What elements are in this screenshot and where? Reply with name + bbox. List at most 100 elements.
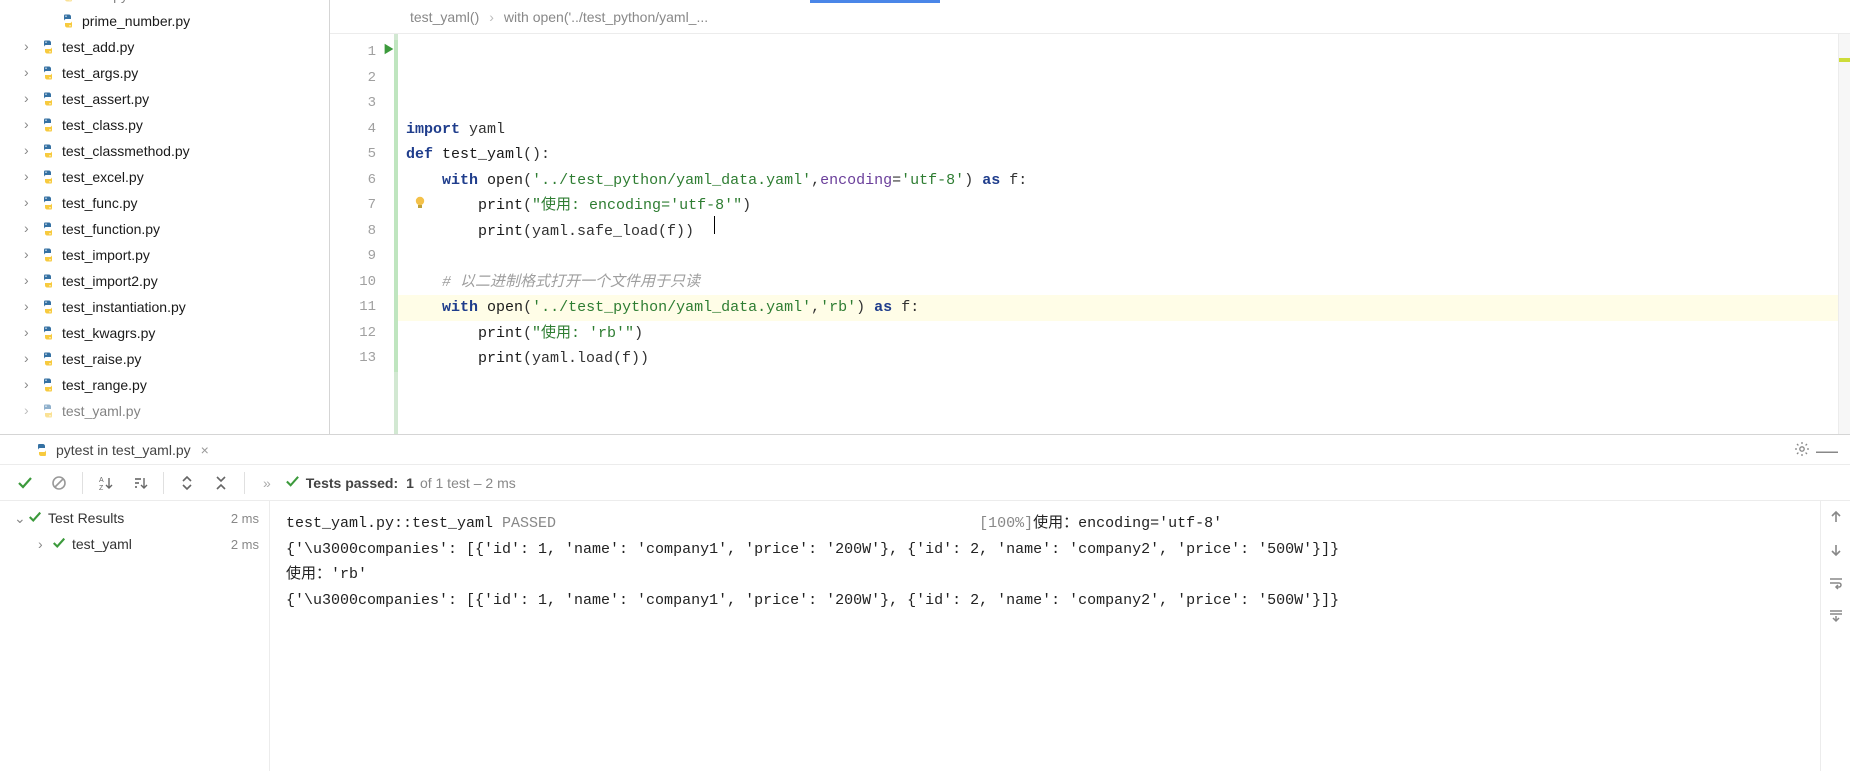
tree-file-item[interactable]: test_classmethod.py bbox=[0, 138, 329, 164]
python-file-icon bbox=[60, 13, 76, 29]
file-label: test_add.py bbox=[62, 39, 134, 55]
line-number[interactable]: 3 bbox=[330, 91, 376, 117]
file-label: test_instantiation.py bbox=[62, 299, 186, 315]
file-label: test_function.py bbox=[62, 221, 160, 237]
lower-area: ⌄ Test Results 2 ms › test_yaml 2 ms tes… bbox=[0, 501, 1850, 771]
line-number[interactable]: 6 bbox=[330, 168, 376, 194]
line-number[interactable]: 11 bbox=[330, 295, 376, 321]
gutter[interactable]: 12345678910111213 bbox=[330, 34, 392, 434]
tree-file-item[interactable]: test_args.py bbox=[0, 60, 329, 86]
check-icon bbox=[28, 510, 42, 527]
up-icon[interactable] bbox=[1828, 509, 1844, 528]
breadcrumb[interactable]: test_yaml() › with open('../test_python/… bbox=[330, 0, 1850, 34]
editor-body[interactable]: 12345678910111213 import yamldef test_ya… bbox=[330, 34, 1850, 434]
tree-file-item[interactable]: test_instantiation.py bbox=[0, 294, 329, 320]
breadcrumb-with[interactable]: with open('../test_python/yaml_... bbox=[504, 9, 708, 25]
results-child-time: 2 ms bbox=[231, 537, 259, 552]
line-number[interactable]: 7 bbox=[330, 193, 376, 219]
tree-file-item[interactable]: num.py bbox=[0, 0, 329, 8]
soft-wrap-icon[interactable] bbox=[1828, 575, 1844, 594]
summary-time: – 2 ms bbox=[474, 475, 516, 491]
scroll-to-end-icon[interactable] bbox=[1828, 608, 1844, 627]
code-area[interactable]: import yamldef test_yaml(): with open('.… bbox=[394, 34, 1838, 434]
code-line[interactable] bbox=[406, 372, 1838, 398]
code-line[interactable]: print(yaml.load(f)) bbox=[406, 346, 1838, 372]
top-area: num.py prime_number.py test_add.py test_arg… bbox=[0, 0, 1850, 435]
toolbar-more-icon[interactable]: » bbox=[263, 475, 271, 491]
code-line[interactable]: with open('../test_python/yaml_data.yaml… bbox=[406, 168, 1838, 194]
tree-file-item[interactable]: test_yaml.py bbox=[0, 398, 329, 424]
python-file-icon bbox=[40, 221, 56, 237]
close-tab-icon[interactable]: × bbox=[201, 442, 209, 458]
console-line: test_yaml.py::test_yaml PASSED [100%]使用：… bbox=[286, 511, 1804, 537]
python-file-icon bbox=[40, 403, 56, 419]
line-number[interactable]: 10 bbox=[330, 270, 376, 296]
tree-file-item[interactable]: test_assert.py bbox=[0, 86, 329, 112]
python-file-icon bbox=[40, 65, 56, 81]
code-line[interactable]: print("使用: encoding='utf-8'") bbox=[406, 193, 1838, 219]
code-line[interactable]: def test_yaml(): bbox=[406, 142, 1838, 168]
tree-file-item[interactable]: prime_number.py bbox=[0, 8, 329, 34]
line-number[interactable]: 13 bbox=[330, 346, 376, 372]
tree-file-item[interactable]: test_func.py bbox=[0, 190, 329, 216]
tree-file-item[interactable]: test_import2.py bbox=[0, 268, 329, 294]
show-passed-toggle[interactable] bbox=[10, 469, 40, 497]
code-line[interactable] bbox=[406, 423, 1838, 435]
file-label: test_import.py bbox=[62, 247, 150, 263]
tree-file-item[interactable]: test_import.py bbox=[0, 242, 329, 268]
tree-file-item[interactable]: test_excel.py bbox=[0, 164, 329, 190]
tree-file-item[interactable]: test_class.py bbox=[0, 112, 329, 138]
sort-duration-button[interactable] bbox=[125, 469, 155, 497]
console-line: 使用：'rb' bbox=[286, 562, 1804, 588]
python-file-icon bbox=[40, 39, 56, 55]
breadcrumb-func[interactable]: test_yaml() bbox=[410, 9, 479, 25]
chevron-right-icon[interactable]: › bbox=[38, 536, 52, 552]
results-root-row[interactable]: ⌄ Test Results 2 ms bbox=[0, 505, 269, 531]
line-number[interactable]: 9 bbox=[330, 244, 376, 270]
tree-file-item[interactable]: test_range.py bbox=[0, 372, 329, 398]
results-child-row[interactable]: › test_yaml 2 ms bbox=[0, 531, 269, 557]
python-file-icon bbox=[40, 273, 56, 289]
code-line[interactable]: print("使用: 'rb'") bbox=[406, 321, 1838, 347]
test-toolbar: AZ » Tests passed: 1 of 1 test – 2 ms bbox=[0, 465, 1850, 501]
tree-file-item[interactable]: test_kwagrs.py bbox=[0, 320, 329, 346]
sort-alpha-button[interactable]: AZ bbox=[91, 469, 121, 497]
line-number[interactable]: 2 bbox=[330, 66, 376, 92]
tree-file-item[interactable]: test_raise.py bbox=[0, 346, 329, 372]
code-line[interactable]: print(yaml.safe_load(f)) bbox=[406, 219, 1838, 245]
python-file-icon bbox=[40, 377, 56, 393]
results-root-time: 2 ms bbox=[231, 511, 259, 526]
line-number[interactable]: 8 bbox=[330, 219, 376, 245]
test-results-tree[interactable]: ⌄ Test Results 2 ms › test_yaml 2 ms bbox=[0, 501, 270, 771]
tree-file-item[interactable]: test_function.py bbox=[0, 216, 329, 242]
python-file-icon bbox=[40, 117, 56, 133]
down-icon[interactable] bbox=[1828, 542, 1844, 561]
file-label: num.py bbox=[82, 0, 128, 3]
code-line[interactable]: with open('../test_python/yaml_data.yaml… bbox=[398, 295, 1850, 321]
warning-stripe[interactable] bbox=[1839, 58, 1850, 62]
line-number[interactable]: 1 bbox=[330, 40, 376, 66]
tree-file-item[interactable]: test_add.py bbox=[0, 34, 329, 60]
expand-all-button[interactable] bbox=[172, 469, 202, 497]
line-number[interactable]: 4 bbox=[330, 117, 376, 143]
chevron-down-icon[interactable]: ⌄ bbox=[14, 510, 28, 527]
check-icon bbox=[285, 474, 300, 492]
hide-panel-icon[interactable]: — bbox=[1816, 438, 1838, 464]
editor-marker-bar[interactable] bbox=[1838, 34, 1850, 434]
run-tab-label[interactable]: pytest in test_yaml.py bbox=[56, 442, 191, 458]
console-output[interactable]: test_yaml.py::test_yaml PASSED [100%]使用：… bbox=[270, 501, 1820, 771]
line-number[interactable]: 12 bbox=[330, 321, 376, 347]
show-ignored-toggle[interactable] bbox=[44, 469, 74, 497]
code-line[interactable]: # 以二进制格式打开一个文件用于只读 bbox=[406, 270, 1838, 296]
collapse-all-button[interactable] bbox=[206, 469, 236, 497]
code-line[interactable]: import yaml bbox=[406, 117, 1838, 143]
gear-icon[interactable] bbox=[1794, 441, 1810, 460]
code-line[interactable] bbox=[406, 397, 1838, 423]
console-line: {'\u3000companies': [{'id': 1, 'name': '… bbox=[286, 537, 1804, 563]
python-file-icon bbox=[60, 0, 76, 3]
file-label: test_yaml.py bbox=[62, 403, 141, 419]
line-number[interactable]: 5 bbox=[330, 142, 376, 168]
project-tree[interactable]: num.py prime_number.py test_add.py test_arg… bbox=[0, 0, 330, 434]
code-line[interactable] bbox=[406, 244, 1838, 270]
svg-text:Z: Z bbox=[99, 485, 104, 491]
